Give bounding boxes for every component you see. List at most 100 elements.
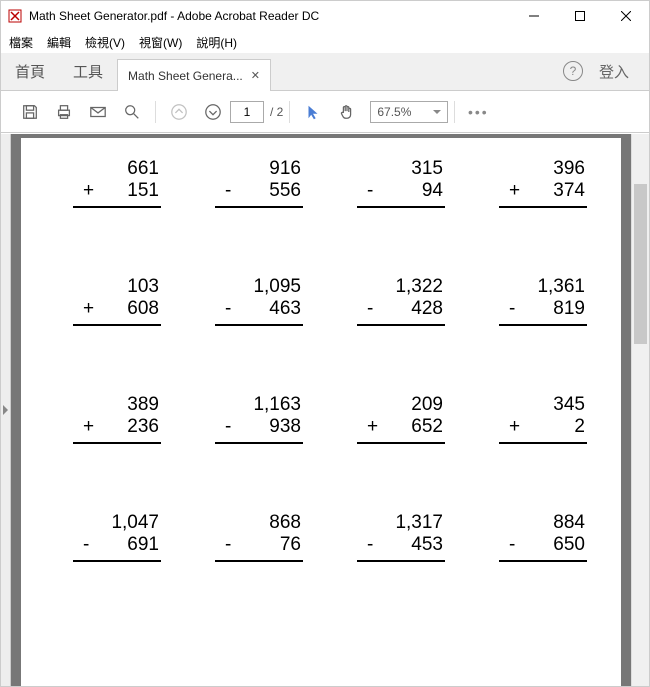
tabbar: 首頁 工具 Math Sheet Genera... ✕ ? 登入: [1, 53, 649, 91]
operand-bottom: 428: [379, 298, 443, 320]
login-button[interactable]: 登入: [599, 61, 629, 82]
operand-top: 345: [553, 394, 587, 416]
operator: -: [225, 534, 237, 556]
page-down-icon[interactable]: [196, 95, 230, 129]
equals-rule: [357, 324, 445, 326]
operand-bottom-row: -819: [509, 298, 587, 320]
math-problem: 1,361-819: [477, 276, 591, 326]
chevron-right-icon: [3, 405, 8, 415]
operator: -: [509, 298, 521, 320]
operand-bottom-row: +374: [509, 180, 587, 202]
operand-bottom: 652: [379, 416, 443, 438]
math-problem: 1,317-453: [335, 512, 449, 562]
chevron-down-icon: [433, 110, 441, 114]
operand-bottom: 650: [521, 534, 585, 556]
page-total: / 2: [270, 105, 283, 119]
operator: -: [225, 180, 237, 202]
equals-rule: [499, 324, 587, 326]
equals-rule: [73, 442, 161, 444]
menu-file[interactable]: 檔案: [9, 34, 33, 51]
equals-rule: [215, 206, 303, 208]
operand-top: 916: [269, 158, 303, 180]
close-tab-icon[interactable]: ✕: [251, 69, 260, 82]
content-area: 661+151916-556315-94396+374103+6081,095-…: [1, 134, 649, 686]
operand-bottom: 236: [95, 416, 159, 438]
operand-bottom-row: -938: [225, 416, 303, 438]
print-icon[interactable]: [47, 95, 81, 129]
menu-edit[interactable]: 編輯: [47, 34, 71, 51]
math-problem: 868-76: [193, 512, 307, 562]
search-icon[interactable]: [115, 95, 149, 129]
operand-bottom: 938: [237, 416, 301, 438]
operand-top: 103: [127, 276, 161, 298]
page-input[interactable]: [230, 101, 264, 123]
email-icon[interactable]: [81, 95, 115, 129]
menu-help[interactable]: 說明(H): [196, 34, 237, 51]
home-tab[interactable]: 首頁: [1, 52, 59, 90]
operand-bottom: 453: [379, 534, 443, 556]
operand-bottom-row: -453: [367, 534, 445, 556]
operand-bottom: 556: [237, 180, 301, 202]
scrollbar-thumb[interactable]: [634, 184, 647, 344]
help-icon[interactable]: ?: [563, 61, 583, 81]
operand-bottom-row: -556: [225, 180, 303, 202]
menu-view[interactable]: 檢視(V): [85, 34, 125, 51]
window-title: Math Sheet Generator.pdf - Adobe Acrobat…: [29, 9, 511, 23]
vertical-scrollbar[interactable]: [631, 134, 649, 686]
operand-bottom: 691: [95, 534, 159, 556]
operand-top: 661: [127, 158, 161, 180]
maximize-button[interactable]: [557, 1, 603, 31]
math-problem: 1,163-938: [193, 394, 307, 444]
document-tab[interactable]: Math Sheet Genera... ✕: [117, 59, 271, 91]
tools-tab[interactable]: 工具: [59, 52, 117, 90]
zoom-select[interactable]: 67.5%: [370, 101, 448, 123]
cursor-icon[interactable]: [296, 95, 330, 129]
operand-bottom: 463: [237, 298, 301, 320]
equals-rule: [73, 560, 161, 562]
equals-rule: [357, 206, 445, 208]
operator: -: [367, 534, 379, 556]
equals-rule: [73, 206, 161, 208]
operand-bottom: 94: [379, 180, 443, 202]
math-problem: 345+2: [477, 394, 591, 444]
toolbar: / 2 67.5% •••: [1, 91, 649, 133]
operand-bottom: 608: [95, 298, 159, 320]
equals-rule: [73, 324, 161, 326]
operator: +: [509, 416, 521, 438]
menu-window[interactable]: 視窗(W): [139, 34, 182, 51]
math-problem: 209+652: [335, 394, 449, 444]
hand-icon[interactable]: [330, 95, 364, 129]
equals-rule: [499, 442, 587, 444]
page-viewport[interactable]: 661+151916-556315-94396+374103+6081,095-…: [11, 134, 631, 686]
operator: +: [367, 416, 379, 438]
operator: +: [83, 180, 95, 202]
equals-rule: [357, 560, 445, 562]
operator: +: [83, 298, 95, 320]
minimize-button[interactable]: [511, 1, 557, 31]
operand-bottom-row: -650: [509, 534, 587, 556]
save-icon[interactable]: [13, 95, 47, 129]
operand-top: 1,095: [253, 276, 303, 298]
equals-rule: [499, 560, 587, 562]
operand-top: 389: [127, 394, 161, 416]
acrobat-icon: [7, 8, 23, 24]
equals-rule: [215, 560, 303, 562]
separator: [289, 101, 290, 123]
equals-rule: [215, 324, 303, 326]
operand-bottom-row: +151: [83, 180, 161, 202]
math-problem: 884-650: [477, 512, 591, 562]
operand-bottom-row: +652: [367, 416, 445, 438]
operand-bottom-row: -94: [367, 180, 445, 202]
close-button[interactable]: [603, 1, 649, 31]
page-up-icon[interactable]: [162, 95, 196, 129]
operand-bottom: 2: [521, 416, 585, 438]
operand-top: 1,047: [111, 512, 161, 534]
operand-bottom-row: +2: [509, 416, 587, 438]
operand-bottom-row: -428: [367, 298, 445, 320]
math-problem: 315-94: [335, 158, 449, 208]
left-panel-toggle[interactable]: [1, 134, 11, 686]
math-problem: 396+374: [477, 158, 591, 208]
operand-bottom-row: -463: [225, 298, 303, 320]
operand-bottom: 151: [95, 180, 159, 202]
more-icon[interactable]: •••: [461, 95, 495, 129]
